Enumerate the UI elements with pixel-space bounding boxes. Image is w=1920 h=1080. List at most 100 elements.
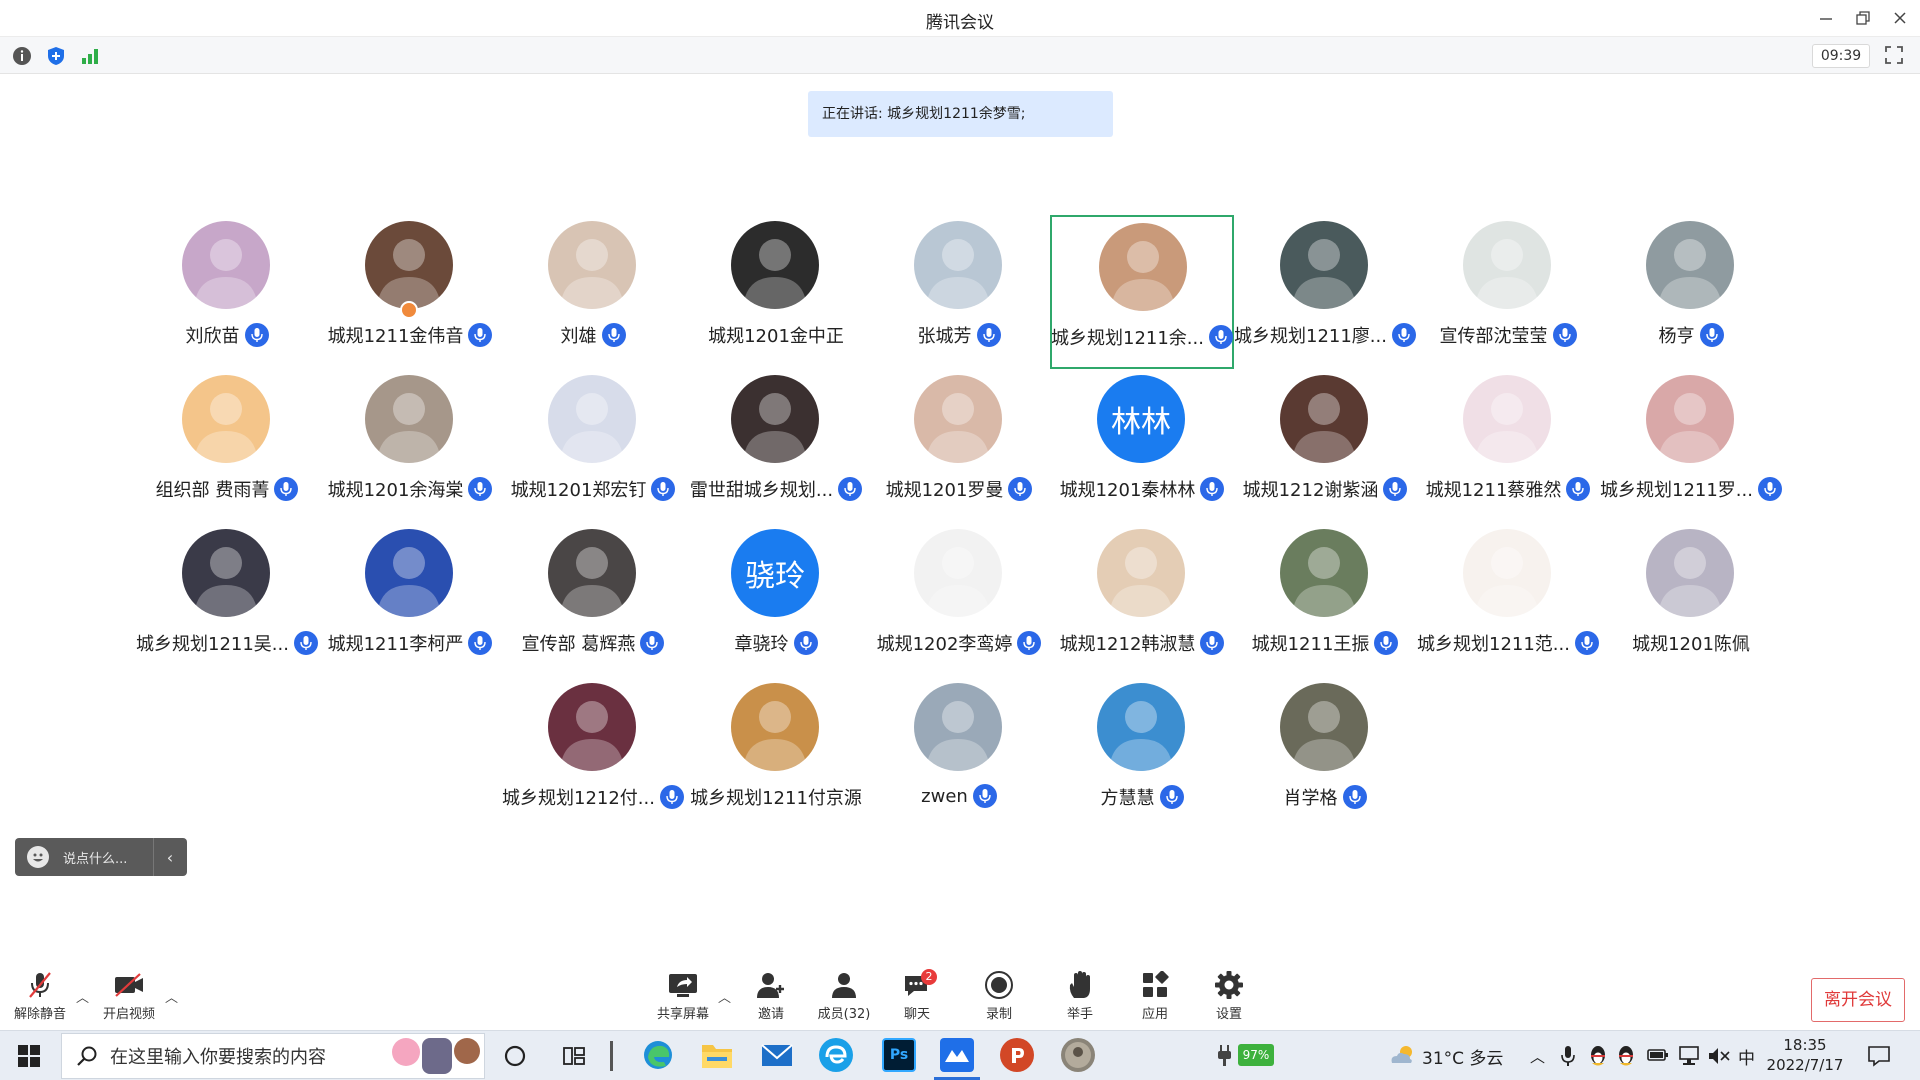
emoji-icon[interactable] (27, 846, 49, 868)
participant-tile[interactable]: 城规1212谢紫涵 (1233, 369, 1417, 523)
participant-tile[interactable]: 杨亨 (1599, 215, 1783, 369)
participant-tile[interactable]: 城乡规划1211余... (1050, 215, 1234, 369)
start-video-button[interactable]: 开启视频 (99, 969, 159, 1027)
qq-penguin-icon[interactable] (1588, 1044, 1608, 1068)
share-options-caret[interactable]: ︿ (718, 987, 731, 1006)
highlight-character-icon (422, 1038, 452, 1074)
participant-tile[interactable]: 城规1211蔡雅然 (1416, 369, 1600, 523)
participant-tile[interactable]: 城规1201陈佩 (1599, 523, 1783, 677)
hand-icon (1069, 971, 1090, 998)
participant-tile[interactable]: 方慧慧 (1050, 677, 1234, 831)
record-label: 录制 (985, 1007, 1012, 1022)
participant-name: 城规1201罗曼 (885, 480, 1004, 501)
tray-microphone-icon[interactable] (1560, 1045, 1576, 1071)
participant-tile[interactable]: 城规1211王振 (1233, 523, 1417, 677)
audio-options-caret[interactable]: ︿ (76, 987, 89, 1006)
taskbar-photo-app[interactable] (1061, 1038, 1095, 1072)
participant-tile[interactable]: 刘雄 (501, 215, 685, 369)
weather-text[interactable]: 31°C 多云 (1422, 1031, 1503, 1080)
participant-tile[interactable]: 城规1201郑宏钉 (501, 369, 685, 523)
taskbar-file-explorer[interactable] (700, 1038, 734, 1072)
chevron-left-icon[interactable]: ‹ (154, 848, 186, 867)
settings-label: 设置 (1215, 1007, 1242, 1022)
participant-name: 方慧慧 (1100, 788, 1155, 809)
powerpoint-icon (1012, 1048, 1024, 1063)
participant-tile[interactable]: 肖学格 (1233, 677, 1417, 831)
notification-center-button[interactable] (1867, 1044, 1891, 1072)
participant-tile[interactable]: 城规1211李柯严 (318, 523, 502, 677)
tray-battery-icon[interactable] (1647, 1047, 1669, 1067)
participant-name: 城规1201陈佩 (1632, 634, 1750, 655)
start-button[interactable] (18, 1045, 40, 1071)
ie-icon (825, 1045, 847, 1064)
raise-hand-button[interactable]: 举手 (1054, 969, 1106, 1027)
participant-tile[interactable]: 城乡规划1211范... (1416, 523, 1600, 677)
apps-button[interactable]: 应用 (1129, 969, 1181, 1027)
settings-button[interactable]: 设置 (1203, 969, 1255, 1027)
taskbar-mail[interactable] (760, 1038, 794, 1072)
taskbar-powerpoint[interactable] (1000, 1038, 1034, 1072)
participant-tile[interactable]: 宣传部沈莹莹 (1416, 215, 1600, 369)
participant-tile[interactable]: 城乡规划1211廖... (1233, 215, 1417, 369)
input-method-indicator[interactable]: 中 (1738, 1031, 1755, 1080)
task-view-button[interactable] (562, 1044, 586, 1072)
taskbar-tencent-meeting[interactable] (940, 1038, 974, 1072)
video-options-caret[interactable]: ︿ (165, 987, 178, 1006)
participant-tile[interactable]: 宣传部 葛辉燕 (501, 523, 685, 677)
qq-penguin-icon[interactable] (1616, 1044, 1636, 1068)
taskbar-edge[interactable] (641, 1038, 675, 1072)
share-screen-button[interactable]: 共享屏幕 (651, 969, 715, 1027)
record-icon (985, 971, 1013, 999)
participant-tile[interactable]: 城乡规划1211罗... (1599, 369, 1783, 523)
participant-tile[interactable]: 组织部 费雨菁 (135, 369, 319, 523)
participant-name: 城规1211金伟音 (327, 326, 464, 347)
participant-tile[interactable]: 张城芳 (867, 215, 1051, 369)
participant-tile[interactable]: 城规1201金中正 (684, 215, 868, 369)
participant-tile[interactable]: 刘欣苗 (135, 215, 319, 369)
mic-muted-icon (29, 972, 51, 998)
clock-date: 2022/7/17 (1766, 1056, 1844, 1074)
tray-expand-caret[interactable]: ︿ (1530, 1031, 1545, 1080)
taskbar-divider (610, 1041, 613, 1071)
invite-button[interactable]: 邀请 (745, 969, 797, 1027)
taskbar-clock[interactable]: 18:35 2022/7/17 (1760, 1035, 1850, 1075)
chat-placeholder[interactable]: 说点什么... (63, 848, 153, 867)
participant-tile[interactable]: zwen (867, 677, 1051, 831)
highlight-bear-icon (454, 1038, 480, 1064)
chat-quick-input[interactable]: 说点什么... ‹ (15, 838, 187, 876)
participant-name: 城乡规划1211付京源 (690, 788, 862, 809)
gear-icon (1215, 971, 1243, 999)
participant-tile[interactable]: 林林 城规1201秦林林 (1050, 369, 1234, 523)
taskbar-photoshop[interactable]: Ps (882, 1038, 916, 1072)
leave-meeting-button[interactable]: 离开会议 (1811, 978, 1905, 1022)
photo-avatar-icon (1065, 1042, 1091, 1068)
mic-active-icon (601, 323, 626, 347)
tray-volume-muted-icon[interactable] (1707, 1046, 1731, 1070)
avatar (1280, 683, 1368, 771)
cortana-button[interactable] (503, 1044, 527, 1072)
participant-tile[interactable]: 城规1211金伟音 (318, 215, 502, 369)
avatar (1646, 529, 1734, 617)
participant-tile[interactable]: 城规1201罗曼 (867, 369, 1051, 523)
taskbar-search-box[interactable]: 在这里输入你要搜索的内容 (61, 1033, 485, 1079)
meeting-toolbar: 解除静音 ︿ 开启视频 ︿ 共享屏幕 ︿ 邀请 成员(32) 2 聊天 录制 举… (0, 963, 1920, 1030)
members-label: 成员(32) (817, 1007, 871, 1022)
taskbar-ie[interactable] (819, 1038, 853, 1072)
participant-tile[interactable]: 城乡规划1211吴... (135, 523, 319, 677)
tray-network-icon[interactable] (1677, 1046, 1701, 1070)
participant-tile[interactable]: 雷世甜城乡规划... (684, 369, 868, 523)
participant-name: 城规1212谢紫涵 (1242, 480, 1379, 501)
members-button[interactable]: 成员(32) (814, 969, 874, 1027)
avatar (914, 683, 1002, 771)
participant-tile[interactable]: 城乡规划1212付... (501, 677, 685, 831)
participant-tile[interactable]: 骁玲 章骁玲 (684, 523, 868, 677)
avatar (1463, 529, 1551, 617)
participant-tile[interactable]: 城规1212韩淑慧 (1050, 523, 1234, 677)
battery-indicator[interactable]: 97% (1238, 1044, 1274, 1066)
record-button[interactable]: 录制 (973, 969, 1025, 1027)
participant-tile[interactable]: 城乡规划1211付京源 (684, 677, 868, 831)
chat-button[interactable]: 2 聊天 (891, 969, 943, 1027)
unmute-button[interactable]: 解除静音 (10, 969, 70, 1027)
participant-tile[interactable]: 城规1201余海棠 (318, 369, 502, 523)
participant-tile[interactable]: 城规1202李鸾婷 (867, 523, 1051, 677)
